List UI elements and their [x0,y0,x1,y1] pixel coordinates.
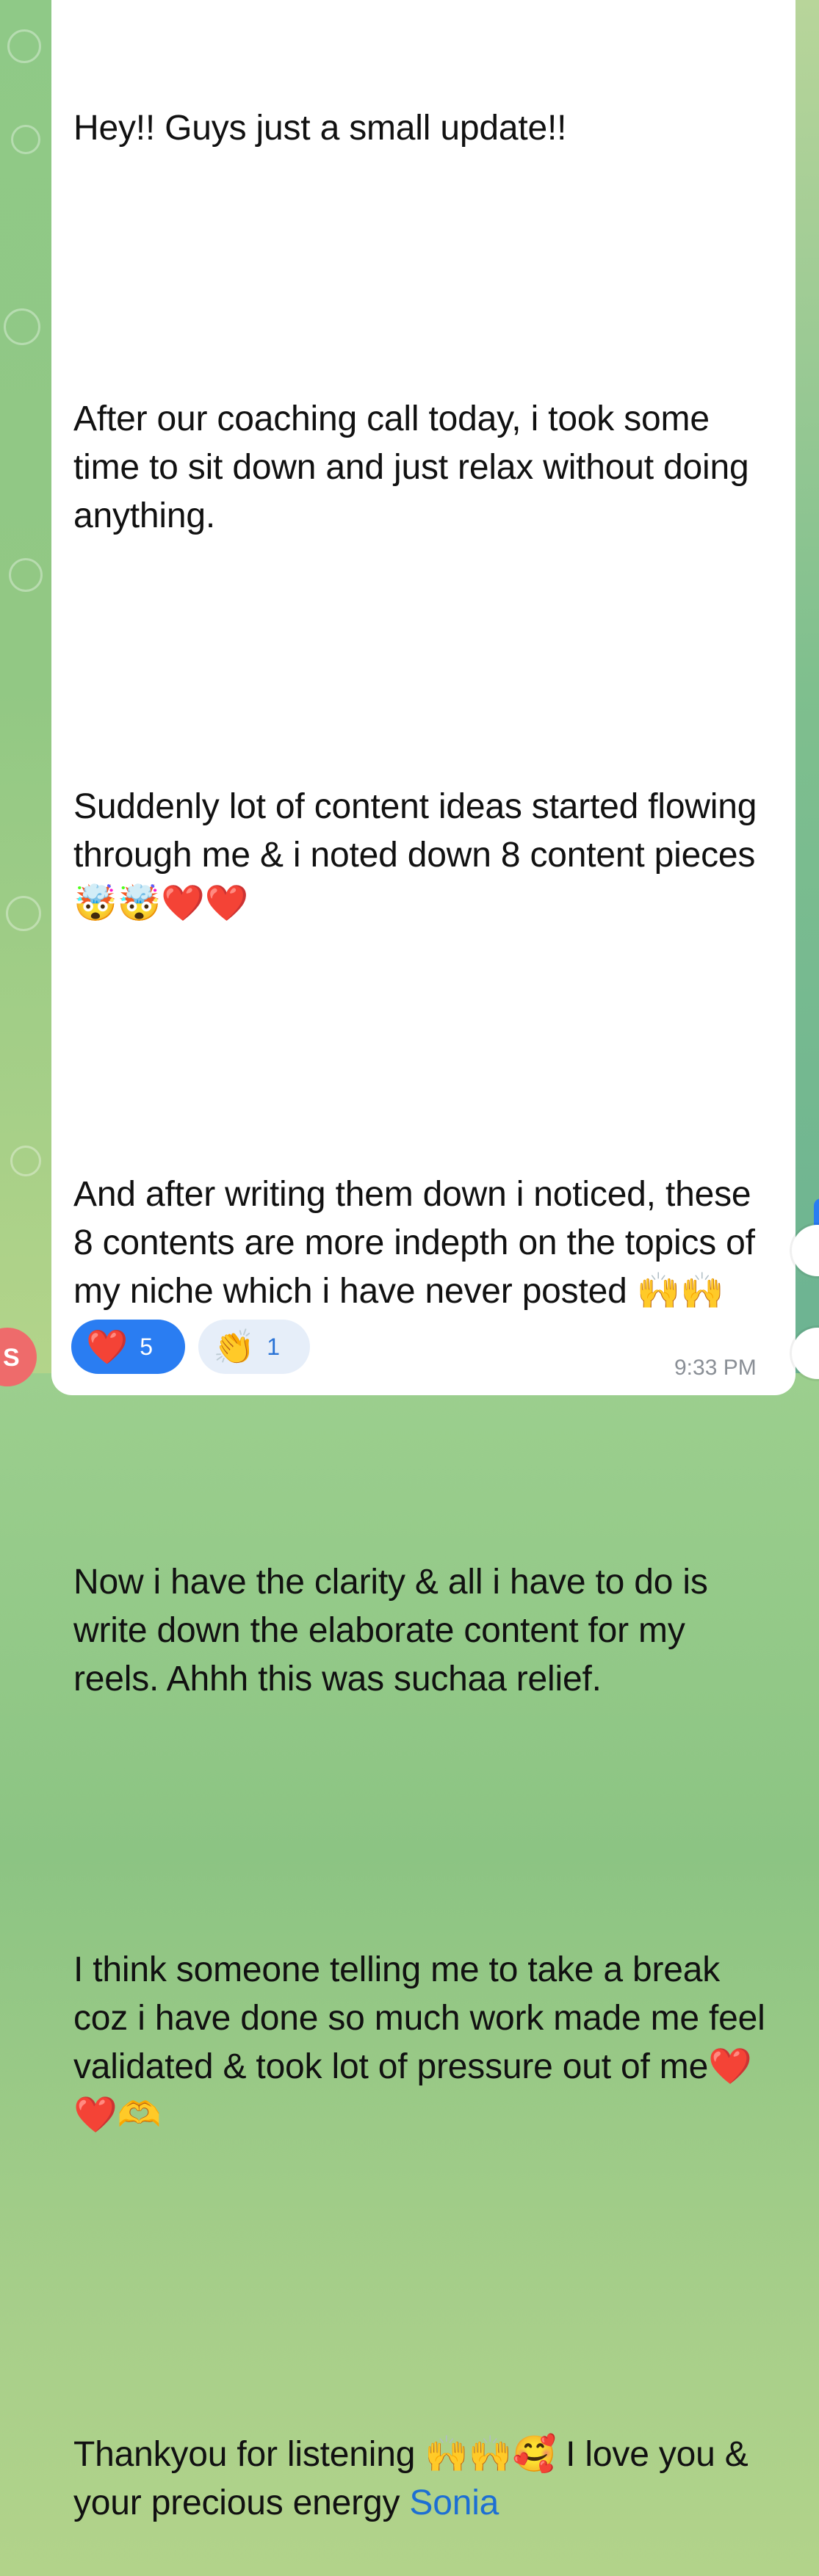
wallpaper-doodle [11,125,40,154]
wallpaper-doodle [6,896,41,931]
reaction-heart-button[interactable]: ❤️ 5 [71,1320,185,1374]
reactions-bar: ❤️ 5 👏 1 [71,1320,310,1374]
message-paragraph: Hey!! Guys just a small update!! [73,109,567,148]
chat-wallpaper-left [0,0,51,1373]
message-paragraph: And after writing them down i noticed, t… [73,1175,765,1311]
wallpaper-doodle [9,558,43,592]
heart-icon: ❤️ [86,1328,129,1366]
mention-link[interactable]: Sonia [409,2483,499,2522]
reaction-count: 5 [140,1333,154,1360]
wallpaper-doodle [10,1146,41,1176]
clapping-hands-icon: 👏 [213,1328,256,1366]
wallpaper-doodle [4,308,40,345]
message-paragraph: I think someone telling me to take a bre… [73,1950,775,2135]
reaction-clap-button[interactable]: 👏 1 [198,1320,310,1374]
message-timestamp: 9:33 PM [674,1356,757,1380]
avatar-initial: S [3,1344,20,1372]
message-paragraph: Now i have the clarity & all i have to d… [73,1563,718,1698]
message-final-paragraph: Thankyou for listening 🙌🙌🥰 I love you & … [73,2431,779,2528]
message-text: Hey!! Guys just a small update!! After o… [73,7,779,2576]
chat-wallpaper-right [795,0,819,1373]
reaction-count: 1 [267,1333,281,1360]
message-paragraph: Suddenly lot of content ideas started fl… [73,787,767,923]
wallpaper-doodle [7,29,41,63]
message-paragraph: After our coaching call today, i took so… [73,399,759,535]
